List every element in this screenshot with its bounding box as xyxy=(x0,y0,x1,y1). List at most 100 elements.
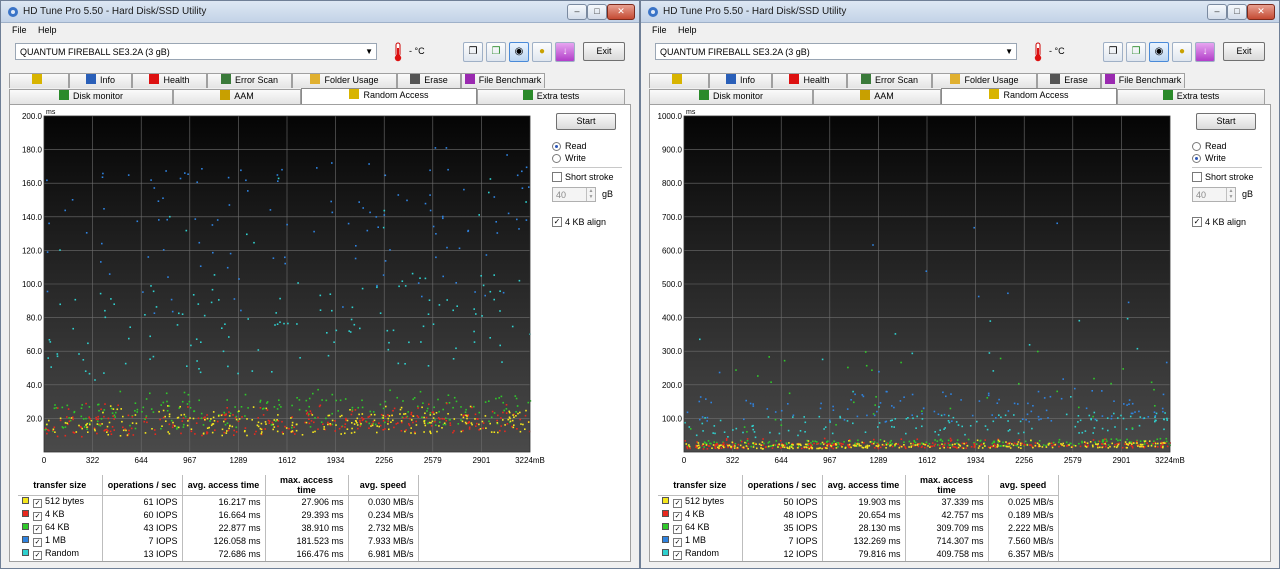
maximize-button[interactable]: □ xyxy=(1227,4,1247,20)
cell-size[interactable]: ✓ 4 KB xyxy=(18,508,103,522)
exit-button[interactable]: Exit xyxy=(1223,42,1265,61)
tab-aam[interactable]: AAM xyxy=(173,89,301,104)
series-checkbox[interactable]: ✓ xyxy=(33,525,42,534)
tab-disk-monitor[interactable]: Disk monitor xyxy=(9,89,173,104)
align-4kb-checkbox[interactable]: ✓ 4 KB align xyxy=(552,217,632,228)
menu-file[interactable]: File xyxy=(12,25,27,35)
short-stroke-size-input[interactable]: 40 ▲ ▼ xyxy=(552,187,596,202)
tab-erase[interactable]: Erase xyxy=(1037,73,1101,88)
menu-file[interactable]: File xyxy=(652,25,667,35)
scatter-point xyxy=(1101,446,1103,449)
scatter-point xyxy=(110,433,113,435)
scatter-point xyxy=(423,420,425,423)
tab-error-scan[interactable]: Error Scan xyxy=(847,73,932,88)
short-stroke-size-input[interactable]: 40 ▲ ▼ xyxy=(1192,187,1236,202)
scatter-point xyxy=(345,418,347,420)
scatter-point xyxy=(525,409,527,412)
series-checkbox[interactable]: ✓ xyxy=(673,538,682,547)
screenshot-button[interactable]: ◉ xyxy=(509,42,529,62)
maximize-button[interactable]: □ xyxy=(587,4,607,20)
drive-select[interactable]: QUANTUM FIREBALL SE3.2A (3 gB) ▼ xyxy=(655,43,1017,60)
series-checkbox[interactable]: ✓ xyxy=(33,512,42,521)
minimize-button[interactable]: – xyxy=(1207,4,1227,20)
start-button[interactable]: Start xyxy=(1196,113,1256,130)
tab-file-benchmark[interactable]: File Benchmark xyxy=(1101,73,1185,88)
tab-error-scan[interactable]: Error Scan xyxy=(207,73,292,88)
align-4kb-checkbox[interactable]: ✓ 4 KB align xyxy=(1192,217,1272,228)
series-checkbox[interactable]: ✓ xyxy=(673,512,682,521)
cell-size[interactable]: ✓ 1 MB xyxy=(658,534,743,548)
tab-extra-tests[interactable]: Extra tests xyxy=(477,89,625,104)
copy-results-button[interactable]: ❐ xyxy=(486,42,506,62)
save-button[interactable]: ↓ xyxy=(555,42,575,62)
cell-size[interactable]: ✓ 64 KB xyxy=(658,521,743,535)
scatter-point xyxy=(162,197,164,199)
tab-random-access[interactable]: Random Access xyxy=(941,88,1117,105)
short-stroke-checkbox[interactable]: Short stroke xyxy=(552,172,632,183)
cell-size[interactable]: ✓ 512 bytes xyxy=(18,495,103,509)
short-stroke-checkbox[interactable]: Short stroke xyxy=(1192,172,1272,183)
tab-benchmark[interactable]: Benchmark xyxy=(9,73,69,98)
scatter-point xyxy=(401,421,403,424)
tab-health[interactable]: Health xyxy=(772,73,847,88)
cell-size[interactable]: ✓ 64 KB xyxy=(18,521,103,535)
screenshot-button[interactable]: ◉ xyxy=(1149,42,1169,62)
write-radio[interactable]: Write xyxy=(1192,153,1272,164)
menu-help[interactable]: Help xyxy=(678,25,697,35)
series-checkbox[interactable]: ✓ xyxy=(673,525,682,534)
close-button[interactable]: ✕ xyxy=(1247,4,1275,20)
scatter-point xyxy=(326,332,328,334)
tab-info[interactable]: Info xyxy=(69,73,132,88)
title-bar[interactable]: HD Tune Pro 5.50 - Hard Disk/SSD Utility… xyxy=(1,1,639,23)
scatter-point xyxy=(760,447,762,449)
series-checkbox[interactable]: ✓ xyxy=(673,551,682,560)
copy-results-button[interactable]: ❐ xyxy=(1126,42,1146,62)
scatter-point xyxy=(361,416,363,419)
tab-folder-usage[interactable]: Folder Usage xyxy=(292,73,397,88)
start-button[interactable]: Start xyxy=(556,113,616,130)
scatter-point xyxy=(1048,442,1051,445)
tab-extra-tests[interactable]: Extra tests xyxy=(1117,89,1265,104)
series-checkbox[interactable]: ✓ xyxy=(33,538,42,547)
minimize-button[interactable]: – xyxy=(567,4,587,20)
scatter-point xyxy=(865,364,868,367)
tab-random-access[interactable]: Random Access xyxy=(301,88,477,105)
tab-disk-monitor[interactable]: Disk monitor xyxy=(649,89,813,104)
read-radio[interactable]: Read xyxy=(552,141,632,152)
cell-size[interactable]: ✓ 512 bytes xyxy=(658,495,743,509)
tab-health[interactable]: Health xyxy=(132,73,207,88)
tab-info[interactable]: Info xyxy=(709,73,772,88)
tab-benchmark[interactable]: Benchmark xyxy=(649,73,709,98)
tab-file-benchmark[interactable]: File Benchmark xyxy=(461,73,545,88)
drive-select[interactable]: QUANTUM FIREBALL SE3.2A (3 gB) ▼ xyxy=(15,43,377,60)
x-tick-label: 1934 xyxy=(327,456,345,465)
write-radio[interactable]: Write xyxy=(552,153,632,164)
scatter-point xyxy=(455,282,457,284)
scatter-point xyxy=(283,322,285,325)
exit-button[interactable]: Exit xyxy=(583,42,625,61)
scatter-point xyxy=(973,443,976,445)
cell-size[interactable]: ✓ Random xyxy=(18,547,103,561)
series-checkbox[interactable]: ✓ xyxy=(673,499,682,509)
series-checkbox[interactable]: ✓ xyxy=(33,551,42,560)
scatter-point xyxy=(225,432,228,434)
options-button[interactable]: ● xyxy=(532,42,552,62)
read-radio[interactable]: Read xyxy=(1192,141,1272,152)
tab-erase[interactable]: Erase xyxy=(397,73,461,88)
options-button[interactable]: ● xyxy=(1172,42,1192,62)
menu-help[interactable]: Help xyxy=(38,25,57,35)
copy-info-button[interactable]: ❐ xyxy=(463,42,483,62)
close-button[interactable]: ✕ xyxy=(607,4,635,20)
tab-folder-usage[interactable]: Folder Usage xyxy=(932,73,1037,88)
scatter-point xyxy=(115,411,117,414)
cell-size[interactable]: ✓ 1 MB xyxy=(18,534,103,548)
cell-size[interactable]: ✓ Random xyxy=(658,547,743,561)
series-checkbox[interactable]: ✓ xyxy=(33,499,42,509)
tab-aam[interactable]: AAM xyxy=(813,89,941,104)
scatter-point xyxy=(1065,441,1068,444)
copy-info-button[interactable]: ❐ xyxy=(1103,42,1123,62)
title-bar[interactable]: HD Tune Pro 5.50 - Hard Disk/SSD Utility… xyxy=(641,1,1279,23)
save-button[interactable]: ↓ xyxy=(1195,42,1215,62)
cell-size[interactable]: ✓ 4 KB xyxy=(658,508,743,522)
scatter-point xyxy=(429,209,432,212)
